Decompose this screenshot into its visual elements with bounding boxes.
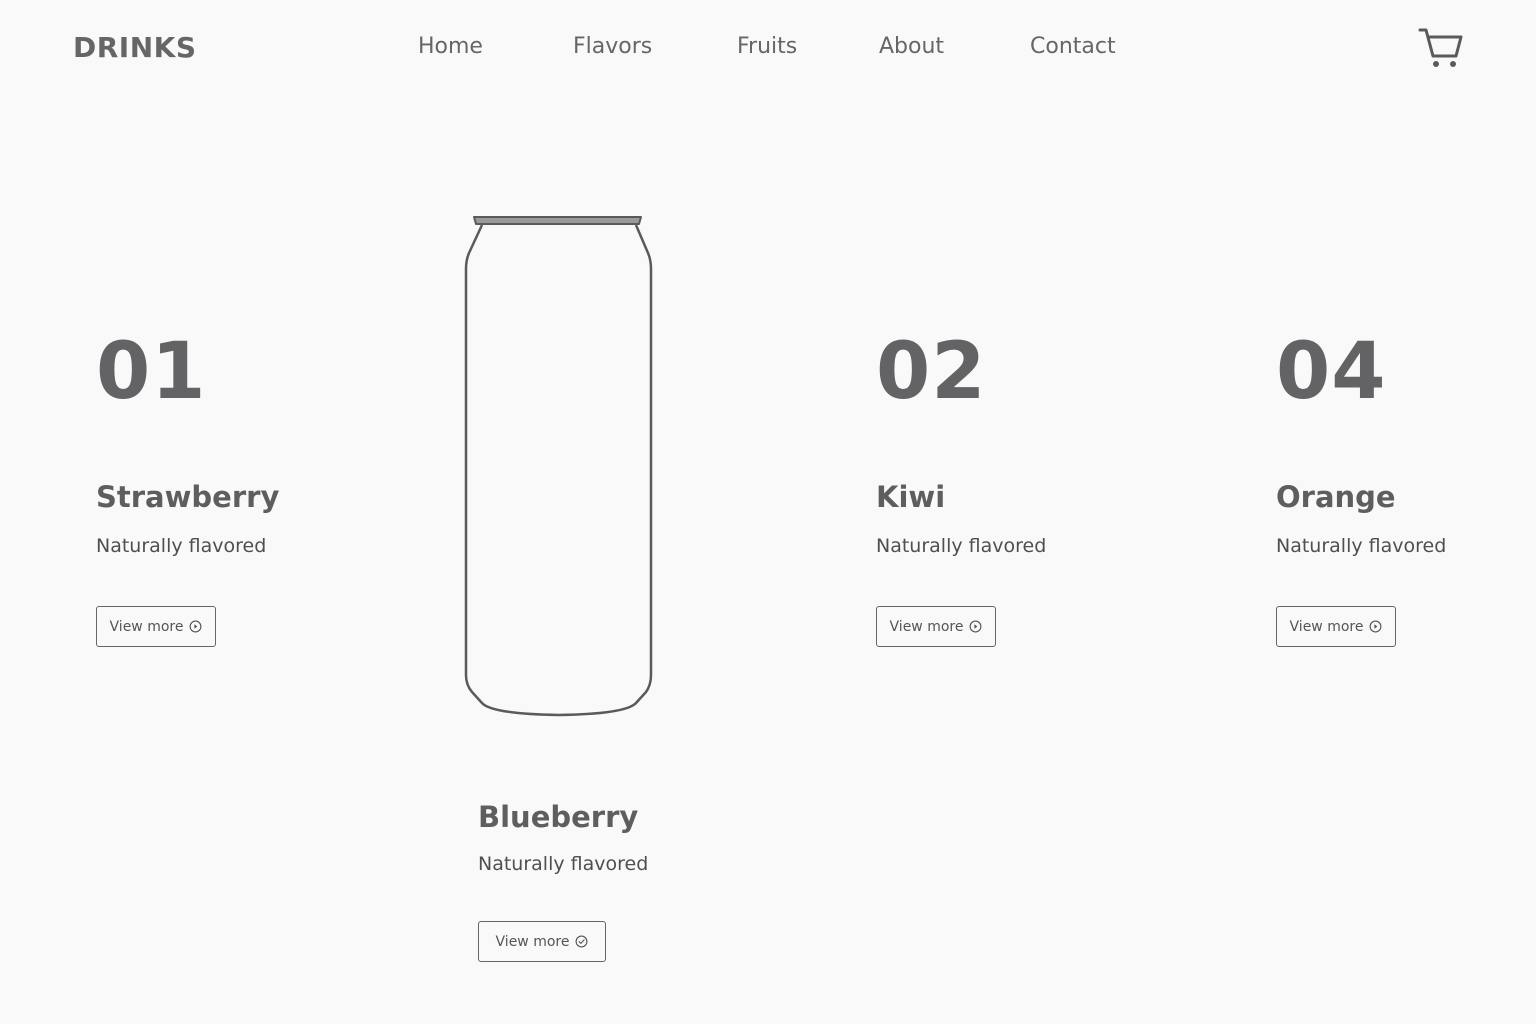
brand-logo[interactable]: DRINKS	[73, 31, 197, 64]
product-name: Kiwi	[876, 480, 946, 514]
view-more-button[interactable]: View more	[876, 606, 996, 647]
view-more-button[interactable]: View more	[1276, 606, 1396, 647]
view-more-label: View more	[889, 618, 964, 635]
product-description: Naturally flavored	[876, 535, 1047, 557]
nav-flavors[interactable]: Flavors	[573, 34, 652, 59]
product-number: 04	[1276, 327, 1387, 417]
check-circle-icon	[576, 935, 588, 948]
cart-icon	[1418, 28, 1463, 67]
cart-button[interactable]	[1418, 26, 1464, 70]
site-header: DRINKS Home Flavors Fruits About Contact	[0, 0, 1536, 100]
product-name: Orange	[1276, 480, 1396, 514]
view-more-label: View more	[495, 933, 570, 950]
view-more-button[interactable]: View more	[478, 921, 606, 962]
play-circle-icon	[190, 620, 202, 633]
product-name: Blueberry	[478, 800, 639, 834]
play-circle-icon	[1370, 620, 1382, 633]
product-description: Naturally flavored	[478, 853, 649, 875]
product-name: Strawberry	[96, 480, 280, 514]
nav-home[interactable]: Home	[418, 34, 483, 59]
nav-contact[interactable]: Contact	[1030, 34, 1116, 59]
nav-fruits[interactable]: Fruits	[737, 34, 797, 59]
view-more-button[interactable]: View more	[96, 606, 216, 647]
nav-about[interactable]: About	[879, 34, 944, 59]
view-more-label: View more	[109, 618, 184, 635]
product-description: Naturally flavored	[96, 535, 267, 557]
can-outline-icon	[464, 216, 653, 717]
product-number: 02	[876, 327, 987, 417]
play-circle-icon	[970, 620, 982, 633]
product-number: 01	[96, 327, 207, 417]
product-description: Naturally flavored	[1276, 535, 1447, 557]
view-more-label: View more	[1289, 618, 1364, 635]
can-image	[462, 213, 656, 719]
